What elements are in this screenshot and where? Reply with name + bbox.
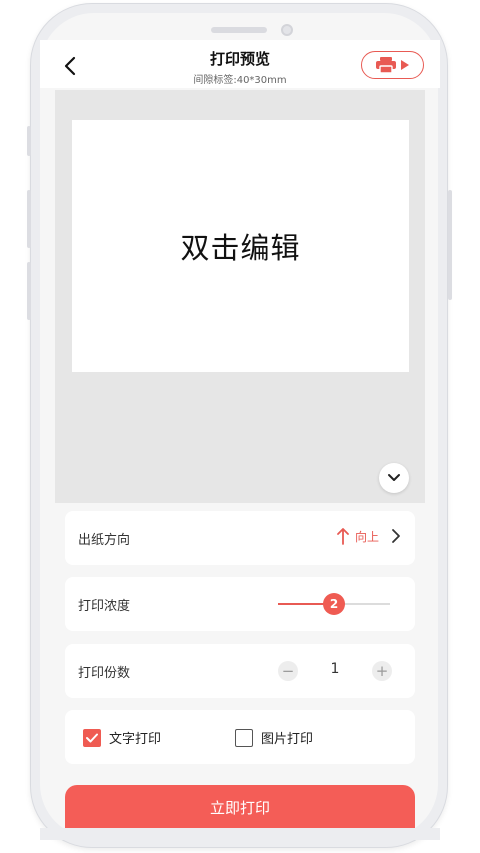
chevron-left-icon — [64, 56, 76, 76]
side-button-left-2 — [27, 190, 31, 248]
text-print-box — [83, 728, 101, 747]
check-icon — [86, 733, 98, 742]
collapse-button[interactable] — [379, 463, 409, 493]
printer-connect-button[interactable] — [361, 51, 424, 79]
camera — [281, 24, 293, 36]
text-print-label: 文字打印 — [109, 732, 162, 747]
label-text: 双击编辑 — [180, 231, 301, 265]
side-button-left-3 — [27, 262, 31, 320]
copies-value: 1 — [330, 661, 340, 677]
printer-icon — [376, 57, 396, 74]
image-print-label: 图片打印 — [261, 732, 314, 747]
density-slider[interactable]: 2 — [278, 593, 390, 615]
image-print-box — [235, 728, 253, 747]
label-preview[interactable]: 双击编辑 — [72, 120, 409, 372]
phone-bottom-bezel — [40, 828, 440, 840]
side-button-right — [448, 190, 452, 300]
direction-value: 向上 — [337, 527, 401, 545]
arrow-up-icon — [337, 528, 349, 545]
direction-row[interactable]: 出纸方向 向上 — [65, 511, 415, 565]
direction-label: 出纸方向 — [78, 533, 131, 548]
text-print-checkbox[interactable]: 文字打印 — [83, 728, 161, 747]
play-icon — [401, 60, 409, 70]
copies-row: 打印份数 − 1 + — [65, 644, 415, 698]
copies-decrement-button[interactable]: − — [278, 661, 298, 681]
direction-value-text: 向上 — [354, 529, 379, 544]
print-now-button[interactable]: 立即打印 — [65, 785, 415, 829]
back-button[interactable] — [58, 52, 82, 80]
image-print-checkbox[interactable]: 图片打印 — [235, 728, 313, 747]
density-slider-thumb[interactable]: 2 — [323, 593, 345, 615]
chevron-down-icon — [388, 474, 400, 481]
side-button-left-1 — [27, 126, 31, 156]
speaker — [211, 27, 267, 33]
plus-icon: + — [375, 662, 389, 680]
copies-label: 打印份数 — [78, 666, 131, 681]
copies-increment-button[interactable]: + — [372, 661, 392, 681]
density-row: 打印浓度 2 — [65, 577, 415, 631]
chevron-right-icon — [392, 529, 400, 543]
print-mode-row: 文字打印 图片打印 — [65, 710, 415, 764]
minus-icon: − — [281, 662, 295, 680]
density-label: 打印浓度 — [78, 599, 131, 614]
page-title: 打印预览 — [209, 50, 270, 68]
page-subtitle: 间隙标签:40*30mm — [193, 75, 287, 86]
